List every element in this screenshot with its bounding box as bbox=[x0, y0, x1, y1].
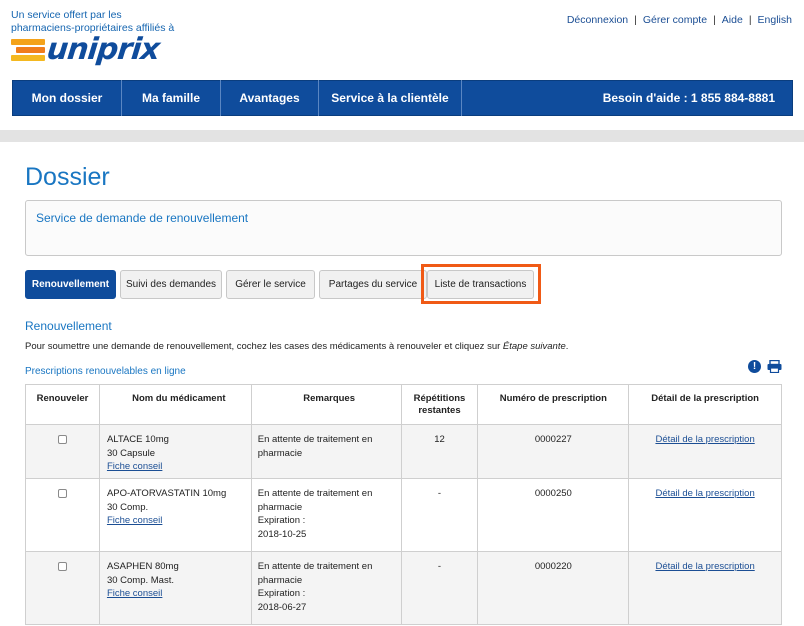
col-repetitions: Répétitions restantes bbox=[400, 384, 479, 425]
tab-gerer-service[interactable]: Gérer le service bbox=[226, 270, 315, 299]
repeats: 12 bbox=[400, 424, 479, 479]
drug-name: ALTACE 10mg bbox=[106, 434, 169, 445]
nav-ma-famille[interactable]: Ma famille bbox=[122, 80, 221, 116]
renew-checkbox[interactable] bbox=[57, 435, 67, 444]
col-numero-prescription: Numéro de prescription bbox=[477, 384, 630, 425]
expiration-date: 2018-10-25 bbox=[257, 528, 307, 540]
detail-link[interactable]: Détail de la prescription bbox=[629, 433, 781, 447]
prescription-number: 0000250 bbox=[477, 478, 630, 552]
repeats: - bbox=[400, 478, 479, 552]
top-links: Déconnexion | Gérer compte | Aide | Engl… bbox=[567, 14, 792, 26]
help-phone: Besoin d'aide : 1 855 884-8881 bbox=[602, 91, 775, 105]
highlight-box bbox=[421, 264, 541, 304]
prescriptions-table: Renouveler Nom du médicament Remarques R… bbox=[25, 384, 782, 625]
col-remarques: Remarques bbox=[250, 384, 402, 425]
renew-checkbox[interactable] bbox=[57, 489, 67, 498]
instructions-text: Pour soumettre une demande de renouvelle… bbox=[25, 341, 503, 352]
instructions: Pour soumettre une demande de renouvelle… bbox=[25, 341, 568, 352]
advice-link[interactable]: Fiche conseil bbox=[107, 460, 251, 474]
col-renouveler: Renouveler bbox=[25, 384, 100, 425]
tab-suivi-demandes[interactable]: Suivi des demandes bbox=[120, 270, 222, 299]
service-box-title: Service de demande de renouvellement bbox=[36, 211, 249, 225]
tab-partages-service[interactable]: Partages du service bbox=[319, 270, 427, 299]
link-separator: | bbox=[748, 14, 752, 26]
uniprix-logo[interactable]: uniprix bbox=[11, 32, 161, 67]
table-row: ALTACE 10mg 30 Capsule Fiche conseil En … bbox=[25, 424, 782, 479]
drug-form: 30 Comp. Mast. bbox=[106, 574, 174, 586]
help-link[interactable]: Aide bbox=[722, 14, 743, 26]
drug-name: ASAPHEN 80mg bbox=[106, 561, 179, 572]
drug-form: 30 Capsule bbox=[106, 447, 155, 459]
remark: En attente de traitement en pharmacie bbox=[257, 561, 373, 586]
logo-bars-icon bbox=[11, 39, 45, 61]
main-nav: Mon dossier Ma famille Avantages Service… bbox=[12, 80, 793, 116]
service-box: Service de demande de renouvellement bbox=[25, 200, 782, 256]
nav-mon-dossier[interactable]: Mon dossier bbox=[13, 80, 122, 116]
table-actions: ! bbox=[748, 360, 782, 373]
section-title: Renouvellement bbox=[25, 319, 112, 333]
info-icon[interactable]: ! bbox=[748, 360, 761, 373]
link-separator: | bbox=[713, 14, 716, 26]
drug-form: 30 Comp. bbox=[106, 501, 149, 513]
advice-link[interactable]: Fiche conseil bbox=[107, 587, 251, 601]
expiration-label: Expiration : bbox=[257, 515, 306, 526]
logo-wordmark: uniprix bbox=[45, 32, 161, 67]
link-separator: | bbox=[634, 14, 637, 26]
logout-link[interactable]: Déconnexion bbox=[567, 14, 628, 26]
col-nom-medicament: Nom du médicament bbox=[98, 384, 252, 425]
page-title: Dossier bbox=[25, 163, 110, 191]
renew-checkbox[interactable] bbox=[57, 562, 67, 571]
advice-link[interactable]: Fiche conseil bbox=[107, 514, 251, 528]
table-row: APO-ATORVASTATIN 10mg 30 Comp. Fiche con… bbox=[25, 478, 782, 552]
language-link[interactable]: English bbox=[758, 14, 792, 26]
table-header-row: Renouveler Nom du médicament Remarques R… bbox=[25, 384, 782, 425]
expiration-date: 2018-06-27 bbox=[257, 601, 307, 613]
repeats: - bbox=[400, 551, 479, 625]
drug-name: APO-ATORVASTATIN 10mg bbox=[106, 488, 227, 499]
detail-link[interactable]: Détail de la prescription bbox=[629, 487, 781, 501]
remark: En attente de traitement en pharmacie bbox=[257, 488, 373, 513]
expiration-label: Expiration : bbox=[257, 588, 306, 599]
table-row: ASAPHEN 80mg 30 Comp. Mast. Fiche consei… bbox=[25, 551, 782, 625]
instructions-emphasis: Étape suivante bbox=[502, 341, 566, 352]
divider-band bbox=[0, 130, 804, 142]
tab-renouvellement[interactable]: Renouvellement bbox=[25, 270, 116, 299]
instructions-end: . bbox=[565, 341, 569, 352]
col-detail: Détail de la prescription bbox=[628, 384, 782, 425]
renewable-prescriptions-title: Prescriptions renouvelables en ligne bbox=[25, 366, 186, 377]
print-icon[interactable] bbox=[767, 360, 782, 373]
manage-account-link[interactable]: Gérer compte bbox=[643, 14, 707, 26]
nav-service-clientele[interactable]: Service à la clientèle bbox=[319, 80, 462, 116]
remark: En attente de traitement en pharmacie bbox=[257, 434, 373, 459]
nav-avantages[interactable]: Avantages bbox=[221, 80, 319, 116]
detail-link[interactable]: Détail de la prescription bbox=[629, 560, 781, 574]
prescription-number: 0000220 bbox=[477, 551, 630, 625]
prescription-number: 0000227 bbox=[477, 424, 630, 479]
